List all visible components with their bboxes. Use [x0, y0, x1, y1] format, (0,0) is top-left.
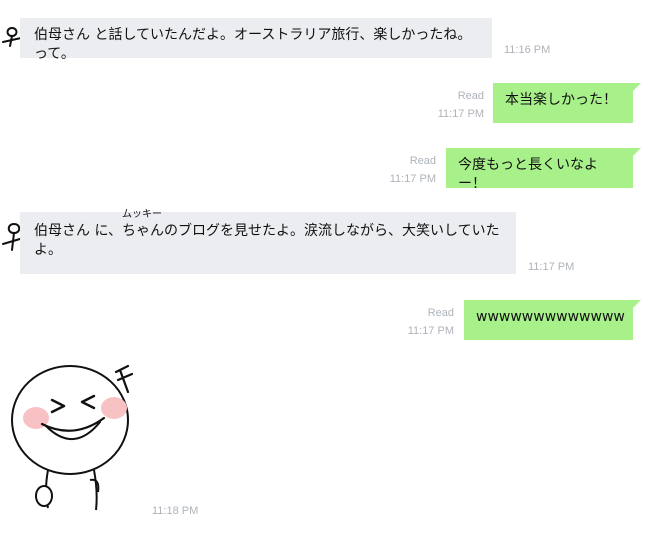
message-bubble[interactable]: wwwwwwwwwwwww: [464, 300, 641, 340]
read-status: Read: [409, 155, 436, 167]
read-status: Read: [427, 307, 454, 319]
message-text: wwwwwwwwwwwww: [476, 309, 625, 325]
message-time: 11:17 PM: [528, 261, 575, 273]
message-bubble[interactable]: 伯母さん に、 ムッキー ちゃんのブログを見せたよ。涙流しながら、大笑いしていたよ。: [20, 210, 516, 274]
message-time: 11:17 PM: [407, 325, 454, 337]
message-bubble[interactable]: 本当楽しかった！: [493, 83, 641, 123]
message-text: 伯母さん と話していたんだよ。オーストラリア旅行、楽しかったね。って。: [34, 27, 472, 62]
message-text-before: 伯母さん に、: [34, 223, 123, 239]
message-bubble[interactable]: 伯母さん と話していたんだよ。オーストラリア旅行、楽しかったね。って。: [20, 18, 492, 62]
message-text: 今度もっと長くいなよー！: [458, 157, 598, 192]
ruby-annotation: ムッキー ちゃん: [122, 210, 165, 241]
message-time: 11:17 PM: [437, 108, 484, 120]
read-status: Read: [457, 90, 484, 102]
message-bubble[interactable]: 今度もっと長くいなよー！: [446, 148, 641, 192]
ruby-text: ムッキー: [122, 209, 163, 220]
message-time: 11:17 PM: [389, 173, 436, 185]
laughing-face-sticker-icon[interactable]: [8, 362, 148, 518]
message-text: 本当楽しかった！: [505, 92, 617, 108]
message-time: 11:18 PM: [152, 505, 199, 517]
message-time: 11:16 PM: [504, 44, 551, 56]
ruby-base: ちゃん: [122, 223, 165, 239]
